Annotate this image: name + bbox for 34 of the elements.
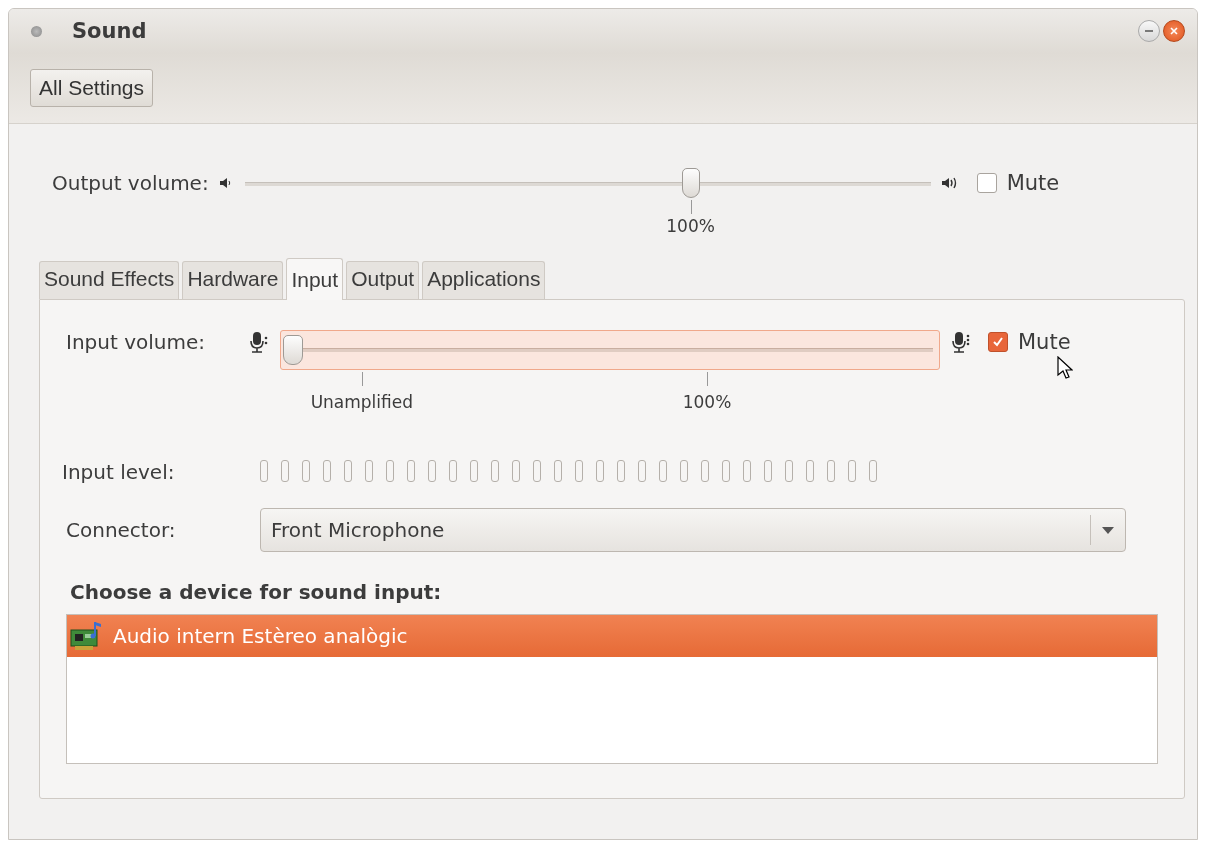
close-button[interactable]: [1163, 20, 1185, 42]
output-volume-slider[interactable]: [244, 168, 931, 198]
tab[interactable]: Output: [346, 261, 420, 299]
tab[interactable]: Hardware: [182, 261, 284, 299]
mouse-pointer-icon: [1056, 356, 1073, 380]
mute-checkbox[interactable]: Mute: [976, 171, 1060, 195]
tick-label: 100%: [666, 216, 715, 236]
tick-mark: [707, 372, 708, 386]
all-settings-button[interactable]: All Settings: [30, 69, 154, 107]
window-title: Sound: [72, 19, 147, 43]
device-list-heading: Choose a device for sound input:: [70, 580, 443, 604]
input-level-label: Input level:: [62, 459, 176, 486]
tick-mark: [361, 372, 363, 386]
mute-checkbox[interactable]: Mute: [988, 330, 1071, 354]
tick-mark: [690, 200, 692, 214]
microphone-icon: [248, 330, 270, 354]
microphone-icon: [950, 330, 972, 354]
input-volume-label: Input volume:: [66, 330, 206, 356]
tick-label: 100%: [682, 392, 732, 412]
slider-thumb[interactable]: [681, 168, 700, 198]
connector-dropdown[interactable]: Front Microphone: [260, 508, 1126, 552]
tab[interactable]: Applications: [422, 261, 546, 299]
close-icon: [1169, 26, 1179, 36]
checkmark-icon: [991, 335, 1005, 349]
tab[interactable]: Input: [286, 258, 344, 300]
window-menu-icon[interactable]: [31, 25, 42, 37]
input-volume-slider[interactable]: [280, 330, 940, 370]
slider-thumb[interactable]: [283, 335, 303, 365]
tick-label: Unamplified: [310, 392, 413, 412]
output-volume-label: Output volume:: [52, 171, 209, 195]
connector-label: Connector:: [66, 517, 177, 544]
tab[interactable]: Sound Effects: [39, 261, 180, 299]
dropdown-arrow-icon: [1101, 525, 1115, 535]
minimize-button[interactable]: [1138, 20, 1160, 42]
